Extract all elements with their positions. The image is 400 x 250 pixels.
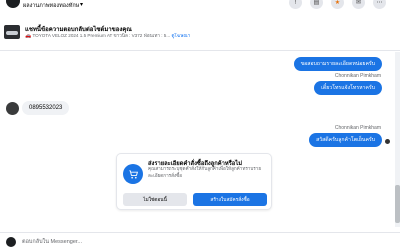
top-actions: ! ▤ ★ ✉ ⋯ xyxy=(289,0,386,9)
create-order-button[interactable]: สร้างใบสมัครสั่งซื้อ xyxy=(193,193,267,206)
incoming-message: 0895532023 xyxy=(22,101,70,115)
order-details-banner: ส่งรายละเอียดคำสั่งซื้อถึงลูกค้าหรือไม่ … xyxy=(116,153,272,210)
outgoing-message: เดี๋ยวโทรแจ้งโทรหาครับ xyxy=(314,81,382,95)
messenger-chat-window: ผลงานภาพทองทองทักษ ▾ ! ▤ ★ ✉ ⋯ แชทนี้ข้อ… xyxy=(0,0,400,250)
sender-name: Chonnikan Pimkham xyxy=(334,125,381,131)
alert-icon[interactable]: ! xyxy=(289,0,302,9)
cart-icon xyxy=(123,164,143,184)
outgoing-message: สวัสดีครับลูกค้าโตเย็นครับ xyxy=(309,133,382,147)
trash-icon[interactable]: ▤ xyxy=(310,0,323,9)
star-icon[interactable]: ★ xyxy=(331,0,344,9)
car-icon: 🚗 xyxy=(25,33,32,39)
my-avatar xyxy=(6,237,16,247)
not-now-button[interactable]: ไม่ใช่ตอนนี้ xyxy=(123,193,187,206)
chat-header: แชทนี้ข้อความตอบกลับต่อไซต์มาของคุณ 🚗 TO… xyxy=(0,21,400,51)
outgoing-message: ขอสอบถามรายละเอียดหน่อยครับ xyxy=(293,57,382,71)
top-bar: ผลงานภาพทองทองทักษ ▾ ! ▤ ★ ✉ ⋯ xyxy=(0,0,400,18)
sender-name: Chonnikan Pimkham xyxy=(334,73,381,79)
ad-subtitle: 🚗 TOYOTA VELOZ 2024 1.5 Premium AT ขาวนิ… xyxy=(25,33,190,40)
ad-description: TOYOTA VELOZ 2024 1.5 Premium AT ขาวนิล … xyxy=(32,33,171,38)
scrollbar-thumb[interactable] xyxy=(395,185,400,223)
more-icon[interactable]: ⋯ xyxy=(373,0,386,9)
car-thumbnail xyxy=(4,25,20,39)
seen-indicator xyxy=(385,139,390,144)
page-avatar[interactable] xyxy=(6,0,20,8)
page-name[interactable]: ผลงานภาพทองทองทักษ xyxy=(23,2,79,10)
contact-avatar xyxy=(6,102,19,115)
view-ad-link[interactable]: ดูโฆษณา xyxy=(171,33,190,38)
mail-icon[interactable]: ✉ xyxy=(352,0,365,9)
chevron-down-icon[interactable]: ▾ xyxy=(80,1,83,8)
banner-description: คุณสามารถระบุชุดคำสั่งให้กับลูกค้าเพื่อใ… xyxy=(148,166,262,178)
reply-input[interactable] xyxy=(22,236,382,248)
composer xyxy=(0,232,400,250)
